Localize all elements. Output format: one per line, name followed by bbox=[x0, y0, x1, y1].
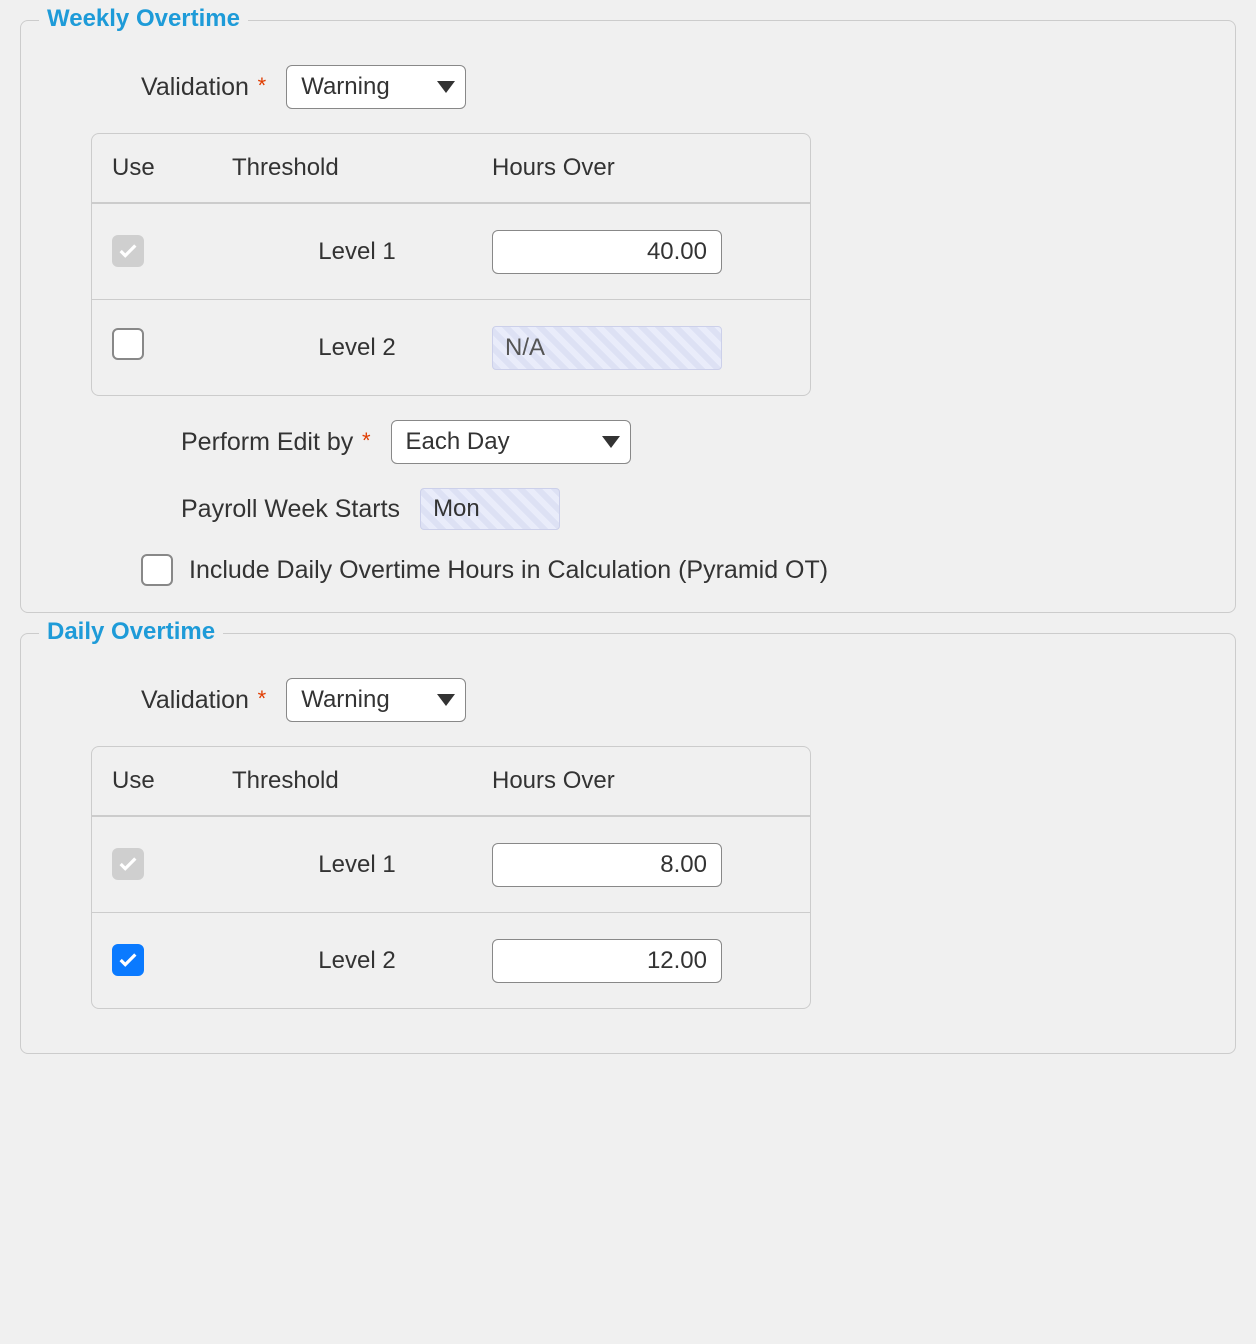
cell-use bbox=[112, 235, 232, 269]
weekly-validation-select[interactable]: Warning bbox=[286, 65, 466, 109]
table-row: Level 1 bbox=[92, 203, 810, 299]
required-asterisk-icon: * bbox=[362, 428, 371, 453]
cell-hours bbox=[482, 939, 790, 983]
table-row: Level 2 bbox=[92, 912, 810, 1008]
cell-threshold: Level 2 bbox=[232, 947, 482, 975]
select-value: Warning bbox=[301, 686, 389, 714]
header-threshold: Threshold bbox=[232, 767, 482, 795]
header-hours-over: Hours Over bbox=[482, 767, 790, 795]
header-use: Use bbox=[112, 154, 232, 182]
daily-validation-select[interactable]: Warning bbox=[286, 678, 466, 722]
perform-edit-by-select[interactable]: Each Day bbox=[391, 420, 631, 464]
chevron-down-icon bbox=[437, 694, 455, 706]
cell-threshold: Level 1 bbox=[232, 238, 482, 266]
label-text: Validation bbox=[141, 686, 249, 714]
payroll-week-starts-value: Mon bbox=[420, 488, 560, 530]
use-checkbox-daily-level2[interactable] bbox=[112, 944, 144, 976]
label-text: Perform Edit by bbox=[181, 428, 353, 456]
required-asterisk-icon: * bbox=[258, 686, 267, 711]
label-text: Validation bbox=[141, 73, 249, 101]
cell-hours bbox=[482, 843, 790, 887]
header-use: Use bbox=[112, 767, 232, 795]
perform-edit-row: Perform Edit by * Each Day bbox=[181, 420, 1215, 464]
cell-use bbox=[112, 328, 232, 367]
use-checkbox-level1 bbox=[112, 235, 144, 267]
select-value: Warning bbox=[301, 73, 389, 101]
include-pyramid-checkbox[interactable] bbox=[141, 554, 173, 586]
daily-validation-label: Validation * bbox=[141, 686, 266, 715]
cell-use bbox=[112, 944, 232, 978]
daily-threshold-table: Use Threshold Hours Over Level 1 Level 2 bbox=[91, 746, 811, 1009]
select-value: Each Day bbox=[406, 428, 510, 456]
hours-over-input-daily-level1[interactable] bbox=[492, 843, 722, 887]
daily-validation-row: Validation * Warning bbox=[141, 678, 1215, 722]
header-hours-over: Hours Over bbox=[482, 154, 790, 182]
perform-edit-by-label: Perform Edit by * bbox=[181, 428, 371, 457]
weekly-overtime-group: Weekly Overtime Validation * Warning Use… bbox=[20, 20, 1236, 613]
cell-use bbox=[112, 848, 232, 882]
check-icon bbox=[117, 240, 139, 262]
use-checkbox-level2[interactable] bbox=[112, 328, 144, 360]
required-asterisk-icon: * bbox=[258, 73, 267, 98]
payroll-week-starts-label: Payroll Week Starts bbox=[181, 495, 400, 524]
chevron-down-icon bbox=[602, 436, 620, 448]
weekly-overtime-legend: Weekly Overtime bbox=[39, 5, 248, 33]
cell-threshold: Level 1 bbox=[232, 851, 482, 879]
table-header: Use Threshold Hours Over bbox=[92, 747, 810, 816]
header-threshold: Threshold bbox=[232, 154, 482, 182]
cell-hours bbox=[482, 230, 790, 274]
table-header: Use Threshold Hours Over bbox=[92, 134, 810, 203]
hours-over-input-daily-level2[interactable] bbox=[492, 939, 722, 983]
payroll-week-row: Payroll Week Starts Mon bbox=[181, 488, 1215, 530]
weekly-validation-row: Validation * Warning bbox=[141, 65, 1215, 109]
table-row: Level 2 N/A bbox=[92, 299, 810, 395]
check-icon bbox=[117, 949, 139, 971]
hours-over-input-level1[interactable] bbox=[492, 230, 722, 274]
weekly-validation-label: Validation * bbox=[141, 73, 266, 102]
cell-hours: N/A bbox=[482, 326, 790, 370]
include-pyramid-label: Include Daily Overtime Hours in Calculat… bbox=[189, 556, 828, 585]
weekly-threshold-table: Use Threshold Hours Over Level 1 Level 2… bbox=[91, 133, 811, 396]
table-row: Level 1 bbox=[92, 816, 810, 912]
cell-threshold: Level 2 bbox=[232, 334, 482, 362]
include-pyramid-row: Include Daily Overtime Hours in Calculat… bbox=[141, 554, 1215, 586]
use-checkbox-daily-level1 bbox=[112, 848, 144, 880]
daily-overtime-legend: Daily Overtime bbox=[39, 618, 223, 646]
daily-overtime-group: Daily Overtime Validation * Warning Use … bbox=[20, 633, 1236, 1054]
check-icon bbox=[117, 853, 139, 875]
hours-over-na-level2: N/A bbox=[492, 326, 722, 370]
chevron-down-icon bbox=[437, 81, 455, 93]
